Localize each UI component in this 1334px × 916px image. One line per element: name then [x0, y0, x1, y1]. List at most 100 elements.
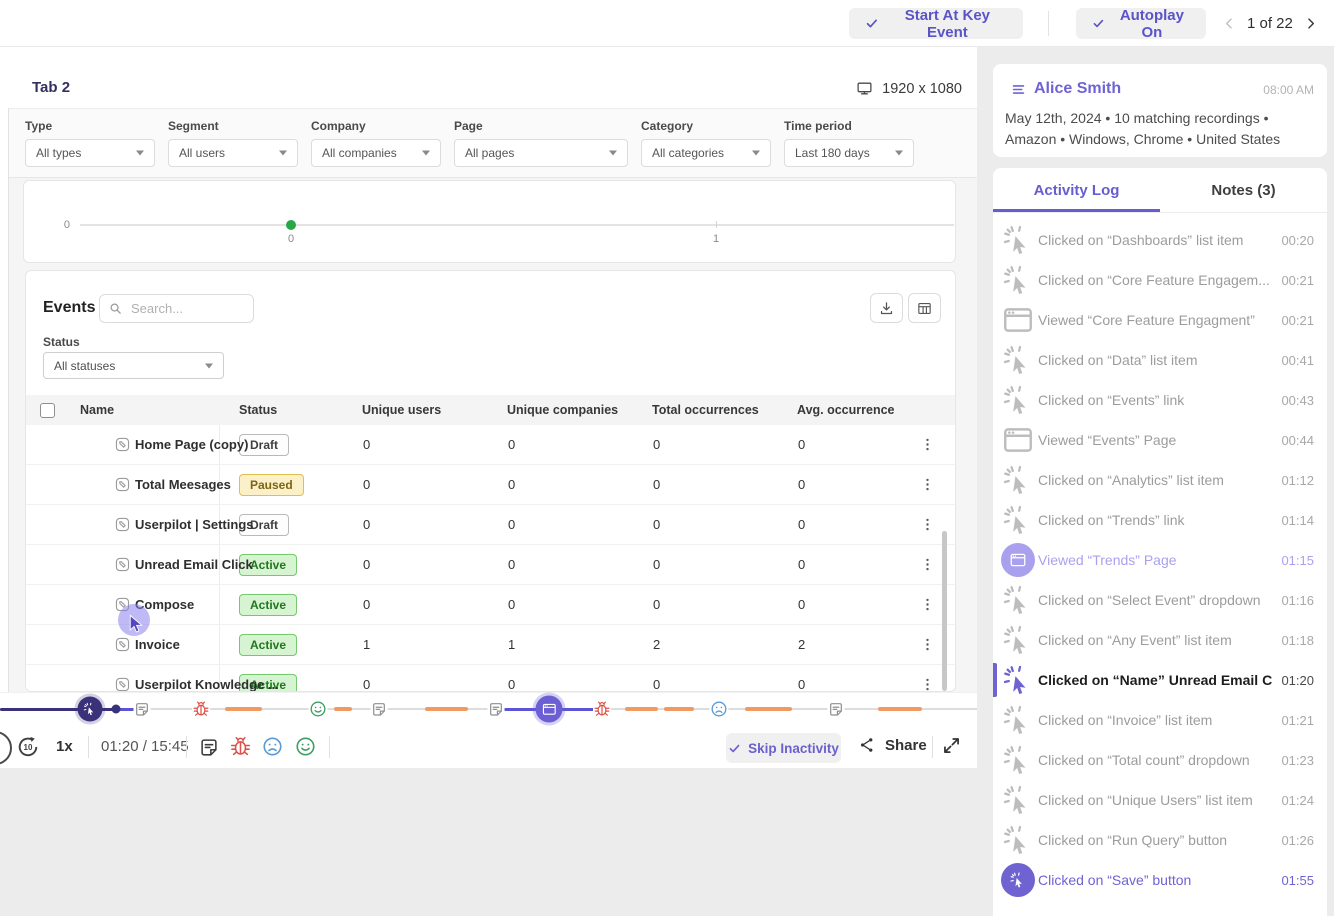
timeline-marker-note-icon[interactable] [134, 701, 151, 718]
activity-label: Clicked on “Total count” dropdown [1038, 752, 1250, 768]
activity-item[interactable]: Clicked on “Invoice” list item 01:21 [993, 700, 1327, 740]
activity-item[interactable]: Clicked on “Analytics” list item 01:12 [993, 460, 1327, 500]
select-all-checkbox[interactable] [40, 403, 55, 418]
search-icon [108, 301, 123, 316]
play-button[interactable] [0, 731, 12, 765]
event-tag-icon [114, 676, 131, 692]
row-menu-button[interactable] [919, 476, 936, 493]
row-menu-button[interactable] [919, 676, 936, 692]
activity-item[interactable]: Clicked on “Run Query” button 01:26 [993, 820, 1327, 860]
activity-item[interactable]: Clicked on “Total count” dropdown 01:23 [993, 740, 1327, 780]
timeline-marker-smile-icon[interactable] [309, 700, 328, 719]
tab-activity-log[interactable]: Activity Log [993, 168, 1160, 212]
table-row[interactable]: Compose Active 0 0 0 0 [26, 585, 956, 625]
activity-time: 01:18 [1281, 633, 1314, 648]
unique-users-value: 0 [362, 505, 507, 544]
timeline-marker-note-icon[interactable] [488, 701, 505, 718]
activity-item[interactable]: Clicked on “Dashboards” list item 00:20 [993, 220, 1327, 260]
unique-companies-value: 0 [507, 665, 652, 692]
table-row[interactable]: Total Meesages Paused 0 0 0 0 [26, 465, 956, 505]
column-header-name: Name [70, 403, 220, 417]
activity-icon [1001, 783, 1035, 817]
activity-item[interactable]: Clicked on “Core Feature Engagem... 00:2… [993, 260, 1327, 300]
row-menu-button[interactable] [919, 596, 936, 613]
activity-time: 01:24 [1281, 793, 1314, 808]
filter-label: Page [454, 119, 628, 133]
table-row[interactable]: Userpilot | Settings Draft 0 0 0 0 [26, 505, 956, 545]
activity-item[interactable]: Clicked on “Data” list item 00:41 [993, 340, 1327, 380]
time-display: 01:20 / 15:45 [101, 738, 189, 755]
timeline-marker-click-icon[interactable] [78, 697, 103, 722]
filter-dropdown[interactable]: All pages [454, 139, 628, 167]
activity-item[interactable]: Viewed “Trends” Page 01:15 [993, 540, 1327, 580]
fullscreen-button[interactable] [941, 735, 962, 756]
activity-item[interactable]: Viewed “Events” Page 00:44 [993, 420, 1327, 460]
activity-item[interactable]: Clicked on “Trends” link 01:14 [993, 500, 1327, 540]
activity-item[interactable]: Clicked on “Save” button 01:55 [993, 860, 1327, 900]
chart-axis-line [80, 224, 954, 226]
session-user-card[interactable]: Alice Smith 08:00 AM May 12th, 2024 • 10… [993, 64, 1327, 157]
filter-dropdown[interactable]: All users [168, 139, 298, 167]
row-menu-button[interactable] [919, 436, 936, 453]
timeline-marker-note-icon[interactable] [371, 701, 388, 718]
export-button[interactable] [870, 293, 903, 323]
timeline-marker-bug-icon[interactable] [593, 700, 611, 718]
timeline-marker-dot-icon[interactable] [112, 705, 121, 714]
filter-value: All types [36, 146, 81, 160]
previous-session-button[interactable] [1222, 16, 1237, 31]
negative-sentiment-button[interactable] [261, 735, 284, 758]
filter-dropdown[interactable]: All types [25, 139, 155, 167]
activity-time: 00:20 [1281, 233, 1314, 248]
avg-occurrence-value: 0 [797, 505, 898, 544]
skip-inactivity-toggle[interactable]: Skip Inactivity [726, 733, 841, 763]
filter-dropdown[interactable]: Last 180 days [784, 139, 914, 167]
activity-label: Clicked on “Select Event” dropdown [1038, 592, 1261, 608]
table-row[interactable]: Userpilot Knowledge ... Active 0 0 0 0 [26, 665, 956, 692]
activity-item[interactable]: Clicked on “Select Event” dropdown 01:16 [993, 580, 1327, 620]
playback-speed-button[interactable]: 1x [56, 738, 73, 755]
start-at-key-event-toggle[interactable]: Start At Key Event [849, 8, 1023, 39]
timeline-marker-frown-icon[interactable] [710, 700, 729, 719]
table-scrollbar[interactable] [942, 531, 947, 691]
status-filter-dropdown[interactable]: All statuses [43, 352, 224, 379]
note-marker-button[interactable] [198, 736, 220, 758]
unique-companies-value: 0 [507, 425, 652, 464]
activity-icon [1001, 223, 1035, 257]
tab-notes[interactable]: Notes (3) [1160, 168, 1327, 212]
table-row[interactable]: Invoice Active 1 1 2 2 [26, 625, 956, 665]
activity-time: 01:15 [1281, 553, 1314, 568]
filter-dropdown[interactable]: All companies [311, 139, 441, 167]
activity-item[interactable]: Clicked on “Unique Users” list item 01:2… [993, 780, 1327, 820]
timeline-marker-page-icon[interactable] [536, 696, 563, 723]
activity-item[interactable]: Clicked on “Name” Unread Email C... 01:2… [993, 660, 1327, 700]
chevron-down-icon [609, 151, 617, 156]
next-session-button[interactable] [1303, 16, 1318, 31]
activity-item[interactable]: Clicked on “Any Event” list item 01:18 [993, 620, 1327, 660]
current-item-indicator [993, 663, 997, 697]
table-row[interactable]: Unread Email Click Active 0 0 0 0 [26, 545, 956, 585]
timeline-track[interactable] [0, 693, 977, 725]
row-menu-button[interactable] [919, 516, 936, 533]
avg-occurrence-value: 0 [797, 425, 898, 464]
error-marker-button[interactable] [229, 735, 252, 758]
filter-dropdown[interactable]: All categories [641, 139, 771, 167]
autoplay-toggle[interactable]: Autoplay On [1076, 8, 1206, 39]
filter-group: Page All pages [454, 119, 628, 177]
table-row[interactable]: Home Page (copy) Draft 0 0 0 0 [26, 425, 956, 465]
activity-label: Clicked on “Name” Unread Email C... [1038, 672, 1272, 688]
activity-icon [1001, 463, 1035, 497]
row-menu-button[interactable] [919, 636, 936, 653]
activity-item[interactable]: Viewed “Core Feature Engagment” 00:21 [993, 300, 1327, 340]
activity-icon [1001, 623, 1035, 657]
timeline-segment-orange [425, 707, 468, 711]
activity-time: 00:21 [1281, 273, 1314, 288]
positive-sentiment-button[interactable] [294, 735, 317, 758]
columns-button[interactable] [908, 293, 941, 323]
activity-item[interactable]: Clicked on “Events” link 00:43 [993, 380, 1327, 420]
filter-bar: Type All types Segment All users Com [9, 108, 977, 178]
timeline-marker-note-icon[interactable] [828, 701, 845, 718]
skip-forward-10-button[interactable]: 10 [16, 735, 40, 759]
share-button[interactable]: Share [858, 736, 927, 754]
row-menu-button[interactable] [919, 556, 936, 573]
timeline-marker-bug-icon[interactable] [192, 700, 210, 718]
